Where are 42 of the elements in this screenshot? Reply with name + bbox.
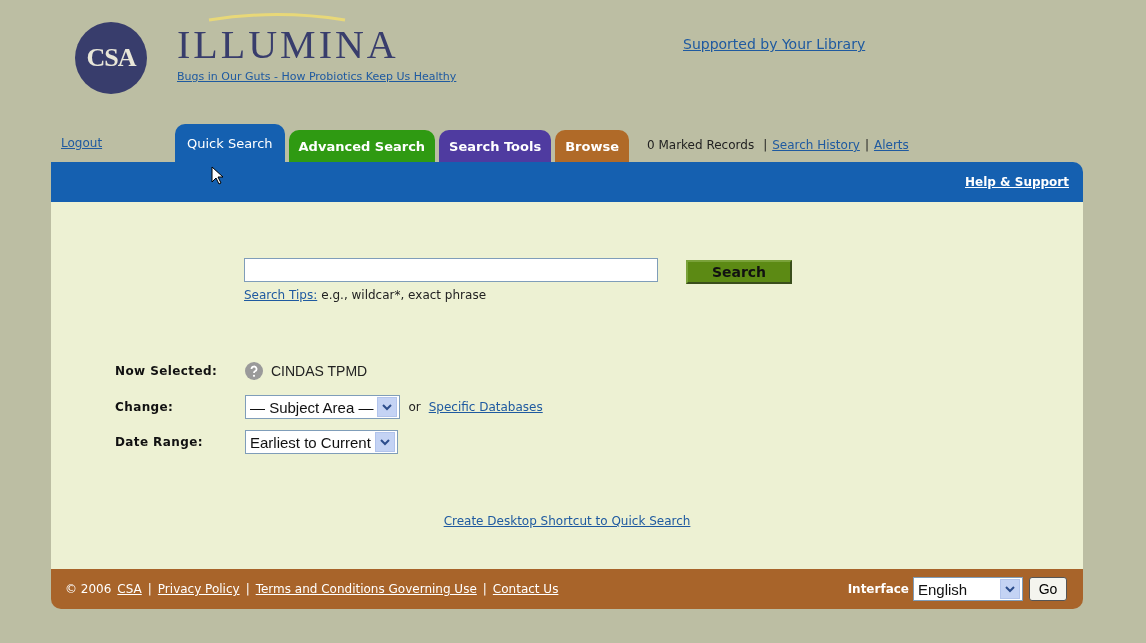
footer-link[interactable]: Contact Us [492, 582, 559, 596]
footer-link[interactable]: Privacy Policy [157, 582, 240, 596]
nav-tab[interactable]: Quick Search [175, 124, 285, 162]
mouse-pointer-icon [211, 166, 225, 186]
marked-records: 0 Marked Records [647, 138, 755, 152]
nav-link[interactable]: Search History [772, 138, 860, 152]
specific-databases-link[interactable]: Specific Databases [428, 400, 543, 414]
separator: | [864, 138, 869, 152]
footer-link[interactable]: CSA [117, 582, 142, 596]
logo-badge: CSA [75, 22, 147, 94]
field-label: Date Range: [115, 435, 204, 449]
support-link[interactable]: Supported by Your Library [683, 36, 866, 52]
separator: | [763, 138, 768, 152]
help-link[interactable]: Help & Support [965, 175, 1069, 189]
copyright-text: © 2006 [65, 582, 112, 596]
desktop-shortcut-link[interactable]: Create Desktop Shortcut to Quick Search [443, 514, 691, 528]
language-dropdown[interactable]: English [913, 577, 1023, 601]
separator: | [245, 582, 250, 596]
selected-database: CINDAS TPMD [271, 363, 368, 379]
field-label: Change: [115, 400, 175, 414]
nav-tab[interactable]: Advanced Search [288, 130, 436, 162]
separator: | [147, 582, 152, 596]
nav-tab[interactable]: Browse [555, 130, 629, 162]
search-field[interactable] [244, 258, 658, 282]
go-button[interactable]: Go [1029, 577, 1067, 601]
arc-icon [207, 12, 347, 22]
separator: | [482, 582, 487, 596]
search-button[interactable]: Search [686, 260, 792, 284]
search-tips-text: e.g., wildcar*, exact phrase [321, 288, 486, 302]
nav-link[interactable]: Alerts [873, 138, 909, 152]
logout-link[interactable]: Logout [51, 136, 175, 162]
field-label: Now Selected: [115, 364, 219, 378]
or-text: or [408, 400, 421, 414]
feature-link[interactable]: Bugs in Our Guts - How Probiotics Keep Us Healthy [177, 70, 457, 83]
subject-area-dropdown[interactable]: — Subject Area — [245, 395, 401, 419]
footer-link[interactable]: Terms and Conditions Governing Use [255, 582, 477, 596]
date-range-dropdown[interactable]: Earliest to Current [245, 430, 398, 454]
nav-tab[interactable]: Search Tools [439, 130, 552, 162]
brand-name: ILLUMINA [177, 21, 400, 69]
search-tips-link[interactable]: Search Tips: [244, 288, 318, 302]
interface-label: Interface [847, 582, 909, 596]
help-icon[interactable] [245, 362, 263, 380]
